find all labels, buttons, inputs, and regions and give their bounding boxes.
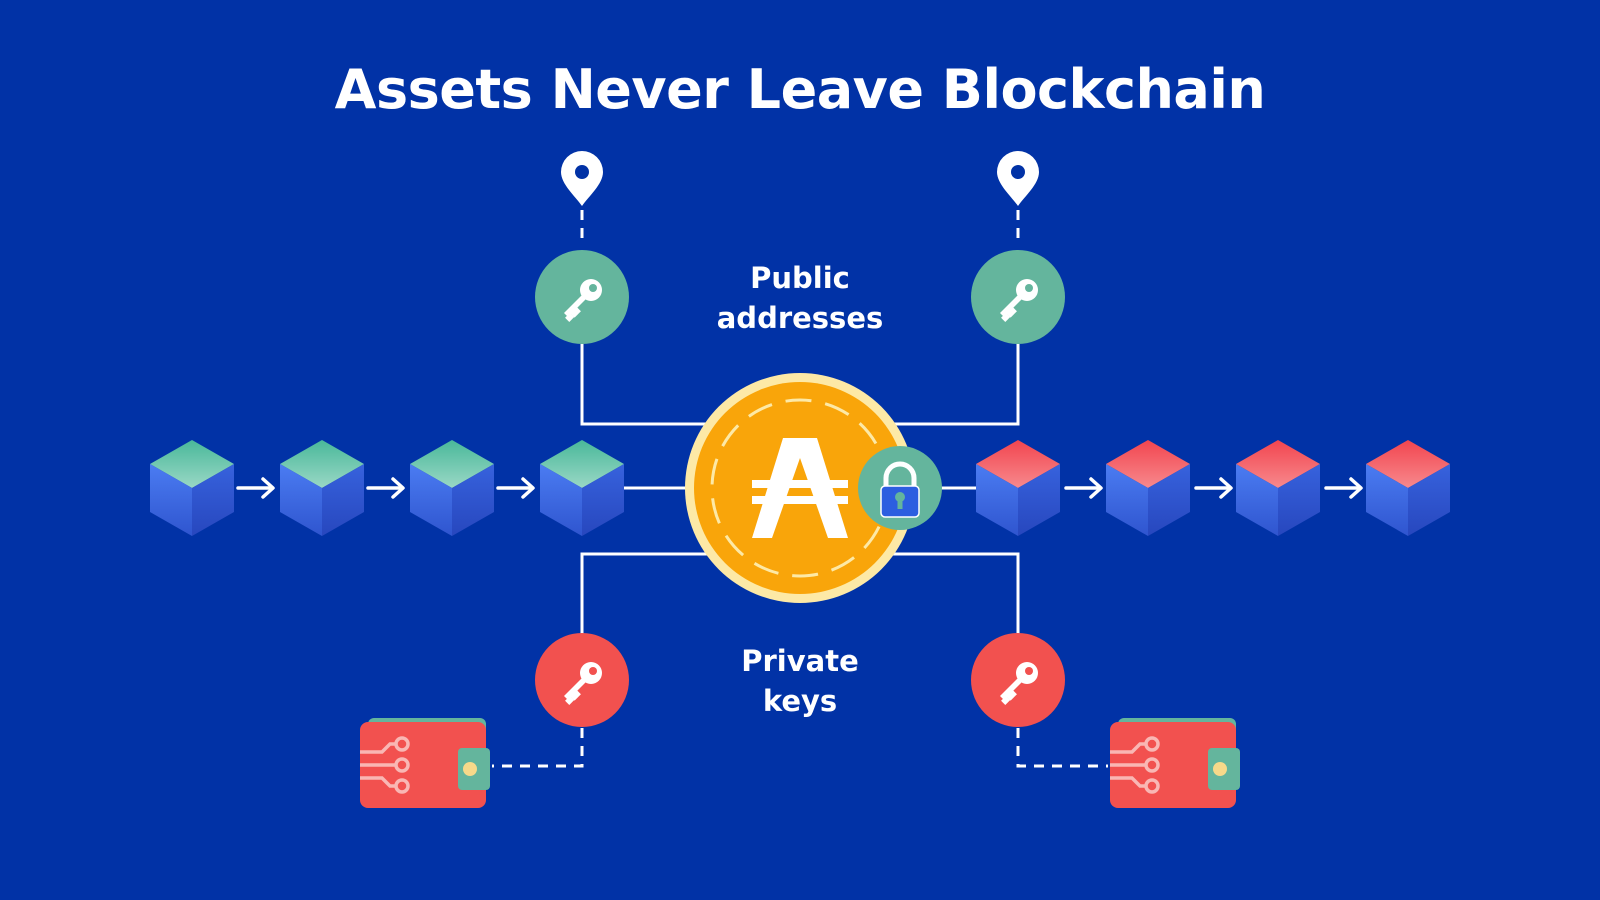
wallet-icon: [358, 716, 492, 810]
block-cube-icon: [1106, 440, 1190, 536]
block-cube-icon: [1366, 440, 1450, 536]
block-cube-icon: [1236, 440, 1320, 536]
padlock-icon: [858, 446, 942, 530]
block-cube-icon: [540, 440, 624, 536]
block-cube-icon: [150, 440, 234, 536]
dash-wallet-right: [1016, 728, 1108, 768]
arrow-right-icon: [236, 477, 275, 499]
location-pin-icon: [561, 151, 603, 206]
block-cube-icon: [280, 440, 364, 536]
public-key-right: [971, 250, 1065, 344]
dash-wallet-left: [492, 728, 584, 768]
line-public-right: [890, 344, 1020, 426]
diagram-graphic: [150, 151, 1450, 810]
block-cube-icon: [410, 440, 494, 536]
line-private-left: [580, 552, 712, 636]
private-key-left: [535, 633, 629, 727]
line-private-right: [890, 552, 1020, 636]
private-key-right: [971, 633, 1065, 727]
line-public-left: [580, 344, 712, 426]
wallet-icon: [1108, 716, 1242, 810]
arrow-right-icon: [1194, 477, 1233, 499]
arrow-right-icon: [496, 477, 535, 499]
location-pin-icon: [997, 151, 1039, 206]
arrow-right-icon: [1064, 477, 1103, 499]
arrow-right-icon: [366, 477, 405, 499]
block-cube-icon: [976, 440, 1060, 536]
arrow-right-icon: [1324, 477, 1363, 499]
public-key-left: [535, 250, 629, 344]
diagram-stage: Assets Never Leave Blockchain Public add…: [0, 0, 1600, 900]
